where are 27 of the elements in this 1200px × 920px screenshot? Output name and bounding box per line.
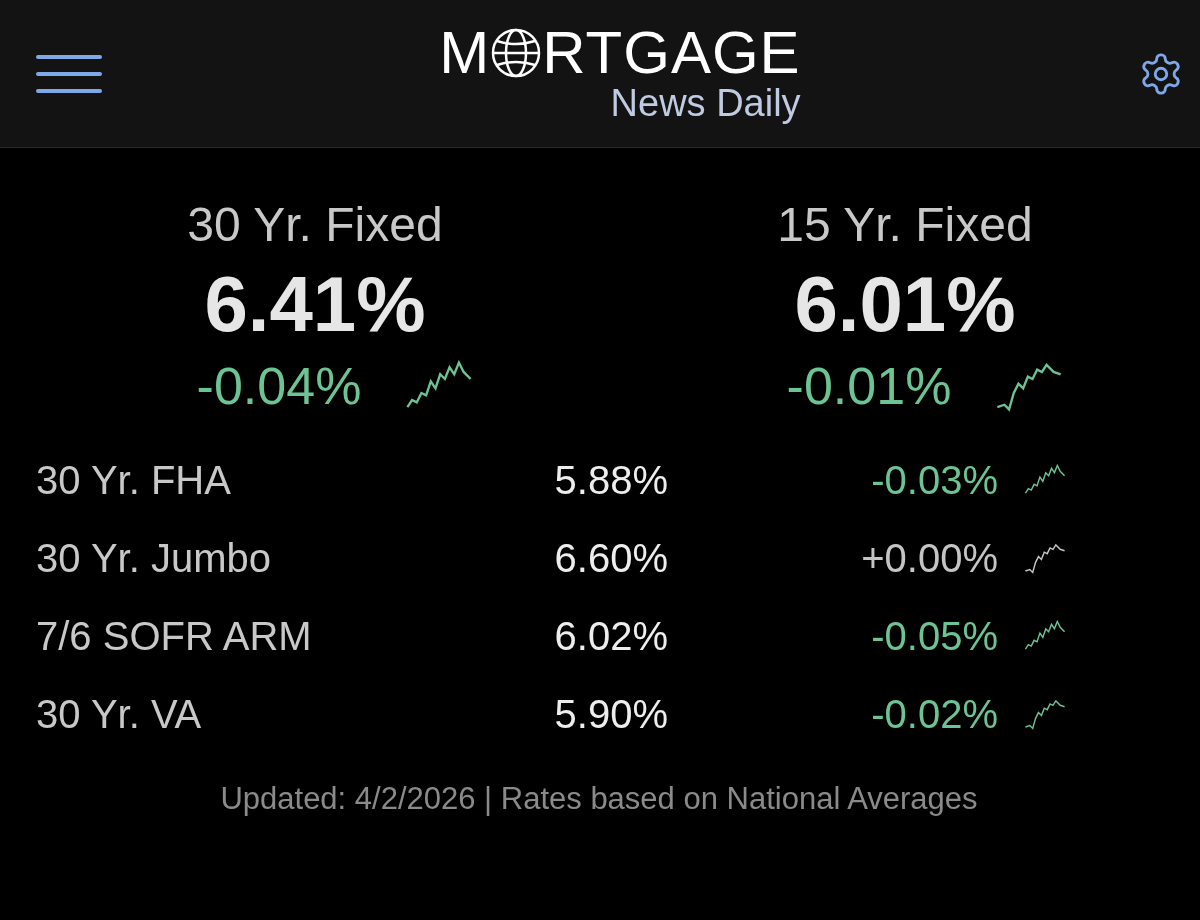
rate-value: 6.41% [204,258,426,350]
globe-icon [490,26,543,79]
rate-name: 30 Yr. VA [36,691,203,737]
rate-value: 6.01% [794,258,1016,350]
logo-text: RTGAGE [542,22,801,83]
menu-icon [36,53,102,94]
rate-name: 30 Yr. FHA [36,457,232,503]
logo-subtitle: News Daily [610,82,801,125]
rate-change: -0.05% [870,613,998,659]
sparkline-drawing [1024,697,1066,732]
rate-value: 6.60% [553,535,668,581]
logo-text: M [439,22,491,83]
menu-button[interactable] [36,53,102,94]
rate-value: 6.02% [553,613,668,659]
rate-name: 30 Yr. Jumbo [36,535,272,581]
rate-change: -0.04% [196,356,362,417]
rate-change: -0.01% [786,356,952,417]
footer-note: Updated: 4/2/2026 | Rates based on National Averages [219,781,979,818]
rate-change: -0.02% [870,691,998,737]
sparkline-drawing [1024,541,1066,576]
rate-value: 5.88% [553,457,668,503]
rate-change: -0.03% [870,457,998,503]
rate-title: 30 Yr. Fixed [187,197,443,253]
rate-change: +0.00% [860,535,998,581]
rate-title: 15 Yr. Fixed [777,197,1033,253]
rate-name: 7/6 SOFR ARM [36,613,313,659]
rate-value: 5.90% [553,691,668,737]
